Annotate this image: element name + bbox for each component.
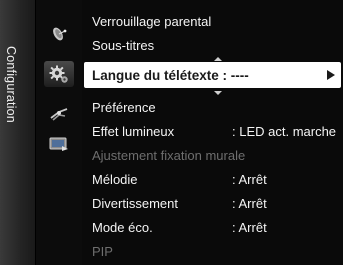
satellite-dish-icon[interactable]	[48, 24, 70, 44]
menu-item-wall-mount-adjust: Ajustement fixation murale	[92, 147, 246, 163]
menu-item-light-effect[interactable]: Effet lumineux : LED act. marche	[82, 120, 343, 142]
menu-item-teletext-language[interactable]: Langue du télétexte : ----	[84, 62, 341, 88]
menu-item-preference[interactable]: Préférence	[82, 96, 343, 118]
chevron-right-icon	[327, 70, 335, 80]
category-label: Configuration	[4, 46, 18, 123]
category-icon-column	[36, 0, 82, 265]
menu-frame: Configuration Verrouillage parental Sous…	[0, 0, 343, 265]
menu-item-pip: PIP	[92, 243, 113, 259]
scroll-up-indicator	[214, 57, 222, 61]
input-source-icon[interactable]	[48, 134, 70, 154]
menu-item-entertainment[interactable]: Divertissement : Arrêt	[82, 192, 343, 214]
settings-menu-list: Verrouillage parental Sous-titres Langue…	[82, 0, 343, 265]
menu-item-subtitles[interactable]: Sous-titres	[82, 34, 343, 56]
menu-item-parental-lock[interactable]: Verrouillage parental	[82, 10, 343, 32]
category-tab[interactable]: Configuration	[0, 0, 36, 265]
gear-icon[interactable]	[44, 61, 74, 87]
antenna-icon[interactable]	[48, 104, 70, 124]
tv-osd-menu: Configuration Verrouillage parental Sous…	[0, 0, 343, 270]
menu-item-eco-mode[interactable]: Mode éco. : Arrêt	[82, 216, 343, 238]
scroll-down-indicator	[214, 91, 222, 95]
menu-item-melody[interactable]: Mélodie : Arrêt	[82, 168, 343, 190]
